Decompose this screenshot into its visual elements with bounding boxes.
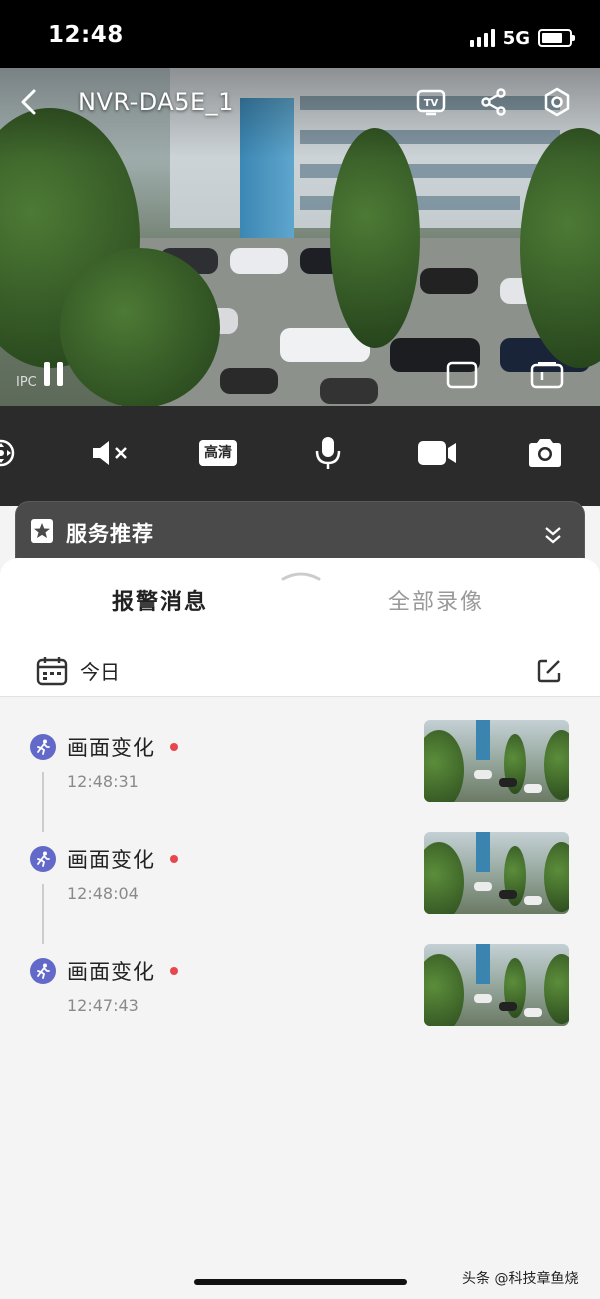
alert-title: 画面变化: [67, 960, 155, 984]
chevron-down-icon[interactable]: [543, 524, 563, 550]
alert-time: 12:47:43: [67, 996, 139, 1015]
pause-icon[interactable]: [42, 360, 66, 392]
microphone-icon[interactable]: [313, 435, 343, 475]
alert-item[interactable]: 画面变化 12:47:43: [0, 944, 600, 1070]
clock: 12:48: [48, 22, 124, 48]
drag-handle-icon[interactable]: [281, 566, 321, 585]
message-sheet: 报警消息 全部录像 今日 画面变化 12:48:31 画面变化 12:48:04…: [0, 558, 600, 1299]
alert-time: 12:48:04: [67, 884, 139, 903]
edit-icon[interactable]: [536, 658, 562, 688]
multi-screen-icon[interactable]: [530, 361, 564, 393]
svg-text:TV: TV: [424, 98, 439, 109]
battery-icon: [538, 29, 575, 47]
motion-icon: [30, 958, 56, 984]
tab-alarm-messages[interactable]: 报警消息: [112, 584, 208, 616]
quality-toggle[interactable]: 高清: [199, 440, 237, 466]
watermark: 头条 @科技章鱼烧: [462, 1271, 579, 1287]
ptz-icon[interactable]: [0, 438, 16, 472]
star-icon: [31, 519, 53, 543]
camera-icon[interactable]: [527, 437, 563, 473]
alert-thumbnail[interactable]: [424, 720, 569, 802]
motion-icon: [30, 846, 56, 872]
alert-title: 画面变化: [67, 736, 155, 760]
alert-title: 画面变化: [67, 848, 155, 872]
tab-all-recordings[interactable]: 全部录像: [388, 584, 484, 616]
channel-tag: IPC: [16, 375, 37, 390]
device-title: NVR-DA5E_1: [78, 88, 234, 116]
date-filter[interactable]: 今日: [80, 656, 120, 685]
tv-icon[interactable]: TV: [416, 88, 446, 120]
network-type: 5G: [502, 27, 530, 49]
alert-item[interactable]: 画面变化 12:48:04: [0, 832, 600, 958]
status-bar: 12:48 5G: [0, 0, 600, 68]
home-indicator[interactable]: [194, 1279, 407, 1285]
alert-thumbnail[interactable]: [424, 832, 569, 914]
timeline-connector: [42, 772, 44, 832]
back-icon[interactable]: [18, 88, 38, 120]
alert-item[interactable]: 画面变化 12:48:31: [0, 720, 600, 846]
mute-icon[interactable]: [91, 438, 131, 472]
record-icon[interactable]: [416, 439, 458, 471]
unread-dot: [170, 743, 178, 751]
live-video[interactable]: NVR-DA5E_1 TV IPC: [0, 68, 600, 406]
alert-time: 12:48:31: [67, 772, 139, 791]
unread-dot: [170, 967, 178, 975]
signal-icon: [469, 29, 495, 47]
settings-icon[interactable]: [542, 87, 572, 121]
calendar-icon[interactable]: [36, 656, 68, 690]
share-icon[interactable]: [480, 88, 508, 120]
control-toolbar: 高清: [0, 406, 600, 506]
service-label: 服务推荐: [66, 522, 154, 546]
fullscreen-icon[interactable]: [446, 361, 478, 393]
unread-dot: [170, 855, 178, 863]
alert-thumbnail[interactable]: [424, 944, 569, 1026]
motion-icon: [30, 734, 56, 760]
timeline-connector: [42, 884, 44, 944]
